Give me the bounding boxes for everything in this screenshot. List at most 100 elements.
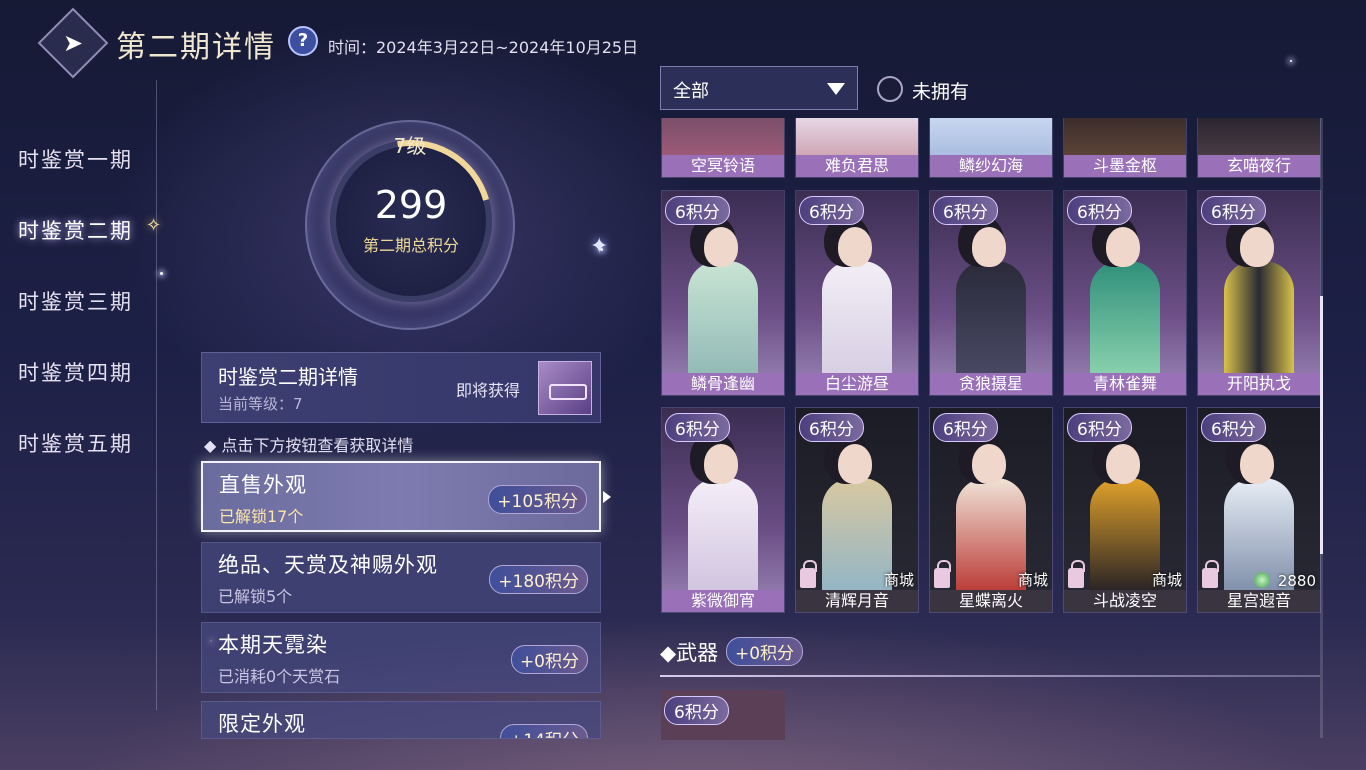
level-label: 7级 — [393, 134, 427, 158]
category-premium[interactable]: 绝品、天赏及神赐外观 已解锁5个 +180积分 — [201, 542, 601, 613]
outfit-card[interactable]: 6积分 商城 斗战凌空 — [1063, 407, 1187, 613]
nav-item-period-4[interactable]: 时鉴赏四期 — [18, 357, 133, 387]
outfit-card[interactable]: 6积分 鳞骨逢幽 — [661, 190, 785, 396]
lock-icon — [800, 560, 817, 588]
points-badge: 6积分 — [665, 413, 730, 442]
outfit-name: 开阳执戈 — [1198, 373, 1320, 395]
category-points: +0积分 — [510, 645, 588, 674]
outfit-card[interactable]: 6积分 商城 清辉月音 — [795, 407, 919, 613]
detail-title: 时鉴赏二期详情 — [218, 365, 358, 389]
shop-source-label: 商城 — [1151, 571, 1182, 589]
outfit-figure-head — [704, 227, 738, 267]
outfit-card[interactable]: 斗墨金枢 — [1063, 118, 1187, 178]
outfit-figure — [1090, 478, 1160, 598]
hint-text: ◆ 点击下方按钮查看获取详情 — [204, 436, 414, 455]
outfit-card[interactable]: 玄喵夜行 — [1197, 118, 1321, 178]
sparkle-decoration: ✦ — [590, 234, 609, 259]
outfit-card[interactable]: 6积分 贪狼摄星 — [929, 190, 1053, 396]
category-direct-sale[interactable]: 直售外观 已解锁17个 +105积分 — [201, 461, 601, 532]
outfit-card[interactable]: 6积分 白尘游昼 — [795, 190, 919, 396]
outfit-figure — [1224, 261, 1294, 381]
category-name: 限定外观 — [218, 712, 306, 736]
outfit-figure-head — [1106, 227, 1140, 267]
weapons-divider — [660, 675, 1320, 677]
envelope-reward-icon[interactable] — [538, 361, 592, 415]
outfit-name: 玄喵夜行 — [1198, 155, 1320, 177]
outfit-figure — [1090, 261, 1160, 381]
outfit-name: 空冥铃语 — [662, 155, 784, 177]
outfit-name: 鳞骨逢幽 — [662, 373, 784, 395]
jade-icon — [1254, 572, 1270, 588]
question-icon: ? — [297, 30, 309, 51]
back-button[interactable]: ➤ — [37, 7, 109, 79]
outfit-name: 贪狼摄星 — [930, 373, 1052, 395]
outfit-figure-head — [1106, 444, 1140, 484]
category-limited[interactable]: 限定外观 +14积分 — [201, 701, 601, 739]
category-points: +180积分 — [489, 565, 588, 594]
points-badge: 6积分 — [799, 413, 864, 442]
unowned-radio[interactable] — [877, 76, 903, 102]
star-decoration — [160, 272, 163, 275]
outfit-card[interactable]: 6积分 开阳执戈 — [1197, 190, 1321, 396]
lock-icon — [934, 560, 951, 588]
category-points: +14积分 — [500, 724, 588, 738]
swallow-back-icon: ➤ — [62, 28, 84, 57]
nav-item-period-5[interactable]: 时鉴赏五期 — [18, 428, 133, 458]
lock-icon — [1202, 560, 1219, 588]
category-name: 绝品、天赏及神赐外观 — [218, 553, 438, 577]
current-level: 当前等级：7 — [218, 395, 303, 413]
outfit-card[interactable]: 6积分 青林雀舞 — [1063, 190, 1187, 396]
outfit-figure-head — [972, 227, 1006, 267]
outfit-name: 斗墨金枢 — [1064, 155, 1186, 177]
nav-divider — [156, 80, 157, 710]
help-button[interactable]: ? — [288, 26, 318, 56]
grid-scroll-thumb[interactable] — [1320, 296, 1323, 554]
weapons-section-title: ◆武器 — [660, 641, 719, 665]
outfit-name: 紫微御宵 — [662, 590, 784, 612]
points-badge: 6积分 — [664, 696, 729, 725]
weapon-card[interactable]: 6积分 — [661, 690, 785, 740]
outfit-figure — [822, 261, 892, 381]
nav-item-period-2[interactable]: 时鉴赏二期 — [18, 215, 133, 245]
total-score-caption: 第二期总积分 — [362, 236, 459, 255]
points-badge: 6积分 — [665, 196, 730, 225]
outfit-card[interactable]: 6积分 商城 星蝶离火 — [929, 407, 1053, 613]
shop-source-label: 商城 — [1017, 571, 1048, 589]
outfit-name: 难负君思 — [796, 155, 918, 177]
outfit-name: 清辉月音 — [796, 590, 918, 612]
points-badge: 6积分 — [799, 196, 864, 225]
outfit-card[interactable]: 空冥铃语 — [661, 118, 785, 178]
outfit-card[interactable]: 6积分 2880 星宫遐音 — [1197, 407, 1321, 613]
chevron-down-icon — [827, 83, 845, 95]
outfit-name: 白尘游昼 — [796, 373, 918, 395]
nav-item-period-3[interactable]: 时鉴赏三期 — [18, 286, 133, 316]
category-status: 已消耗0个天赏石 — [218, 667, 341, 686]
outfit-figure — [822, 478, 892, 598]
category-status: 已解锁5个 — [218, 587, 293, 606]
category-dye[interactable]: 本期天霓染 已消耗0个天赏石 +0积分 — [201, 622, 601, 693]
outfit-card[interactable]: 6积分 紫微御宵 — [661, 407, 785, 613]
shop-source-label: 商城 — [883, 571, 914, 589]
outfit-figure-head — [704, 444, 738, 484]
outfit-name: 鳞纱幻海 — [930, 155, 1052, 177]
nav-item-period-1[interactable]: 时鉴赏一期 — [18, 144, 133, 174]
outfit-figure-head — [838, 227, 872, 267]
points-badge: 6积分 — [1201, 196, 1266, 225]
points-badge: 6积分 — [1067, 413, 1132, 442]
outfit-figure — [956, 261, 1026, 381]
outfit-figure-head — [972, 444, 1006, 484]
unowned-label[interactable]: 未拥有 — [912, 77, 969, 104]
outfit-name: 斗战凌空 — [1064, 590, 1186, 612]
star-decoration — [1290, 60, 1292, 62]
period-detail-card[interactable]: 时鉴赏二期详情 当前等级：7 即将获得 — [201, 352, 601, 423]
filter-dropdown[interactable]: 全部 — [660, 66, 858, 110]
outfit-card[interactable]: 难负君思 — [795, 118, 919, 178]
outfit-card[interactable]: 鳞纱幻海 — [929, 118, 1053, 178]
points-badge: 6积分 — [1201, 413, 1266, 442]
outfit-figure-head — [1240, 227, 1274, 267]
total-score: 299 — [374, 183, 448, 227]
category-name: 直售外观 — [219, 473, 307, 497]
category-points: +105积分 — [488, 485, 587, 514]
outfit-figure-head — [1240, 444, 1274, 484]
upcoming-reward-label: 即将获得 — [456, 381, 521, 400]
